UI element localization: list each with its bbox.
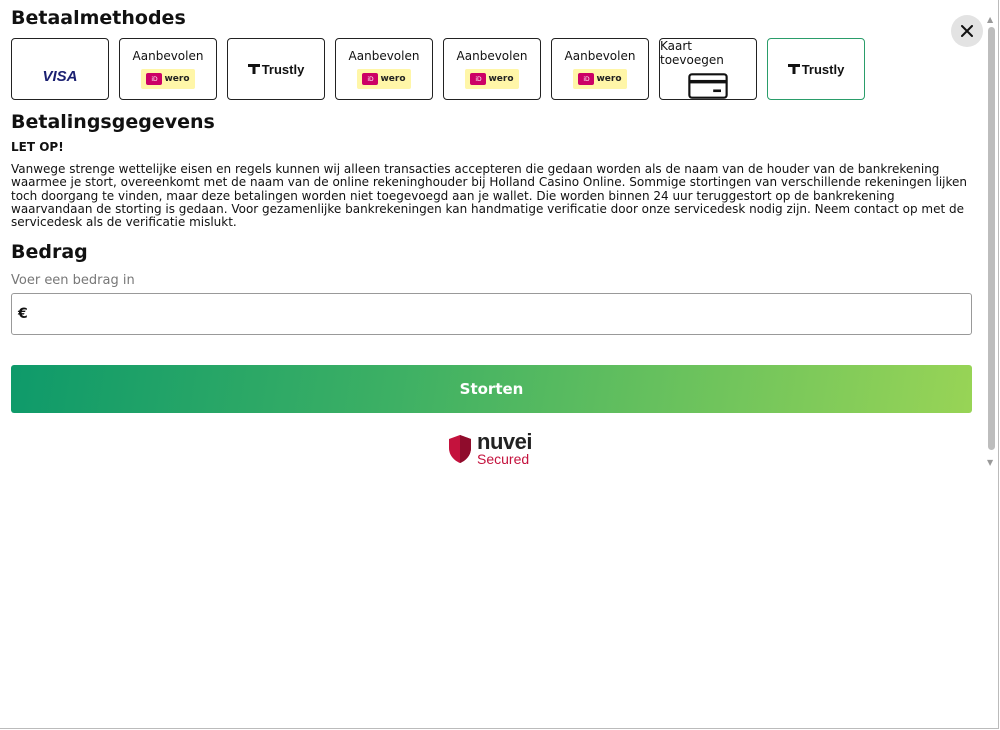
currency-symbol: € (18, 306, 28, 322)
amount-input[interactable] (31, 305, 971, 323)
trustly-logo: Trustly (787, 62, 844, 77)
scrollbar-thumb[interactable] (988, 27, 995, 450)
method-ideal-wero-3[interactable]: Aanbevolen iD wero (443, 38, 541, 100)
close-button[interactable] (951, 15, 983, 47)
shield-icon (449, 435, 471, 463)
close-icon (961, 25, 973, 37)
notice-text: Vanwege strenge wettelijke eisen en rege… (11, 162, 968, 230)
method-trustly-2[interactable]: Trustly (767, 38, 865, 100)
method-trustly-1[interactable]: Trustly (227, 38, 325, 100)
payment-details-heading: Betalingsgegevens (11, 111, 215, 133)
recommended-label: Aanbevolen (564, 49, 636, 63)
scrollbar[interactable]: ▲ ▼ (986, 15, 998, 470)
ideal-wero-logo: iD wero (357, 69, 411, 89)
recommended-label: Aanbevolen (348, 49, 420, 63)
credit-card-icon (688, 73, 728, 99)
method-visa[interactable]: VISA (11, 38, 109, 100)
ideal-wero-logo: iD wero (465, 69, 519, 89)
method-ideal-wero-4[interactable]: Aanbevolen iD wero (551, 38, 649, 100)
recommended-label: Aanbevolen (456, 49, 528, 63)
amount-heading: Bedrag (11, 241, 88, 263)
ideal-wero-logo: iD wero (573, 69, 627, 89)
trustly-logo: Trustly (247, 62, 304, 77)
visa-logo: VISA (42, 67, 78, 85)
notice-title: LET OP! (11, 140, 64, 154)
scroll-up-icon[interactable]: ▲ (987, 15, 993, 24)
secured-label: Secured (477, 451, 530, 467)
deposit-button[interactable]: Storten (11, 365, 972, 413)
amount-label: Voer een bedrag in (11, 273, 135, 288)
method-ideal-wero-1[interactable]: Aanbevolen iD wero (119, 38, 217, 100)
method-ideal-wero-2[interactable]: Aanbevolen iD wero (335, 38, 433, 100)
nuvei-secured-badge: nuvei Secured (448, 429, 532, 467)
recommended-label: Aanbevolen (132, 49, 204, 63)
method-add-card[interactable]: Kaart toevoegen (659, 38, 757, 100)
payment-methods-heading: Betaalmethodes (11, 7, 186, 29)
scroll-down-icon[interactable]: ▼ (987, 458, 993, 467)
amount-field[interactable]: € (11, 293, 972, 335)
nuvei-brand: nuvei (477, 429, 532, 454)
ideal-wero-logo: iD wero (141, 69, 195, 89)
payment-methods-list: VISA Aanbevolen iD wero Trustly Aanbevole… (11, 38, 865, 100)
add-card-label: Kaart toevoegen (660, 39, 724, 67)
